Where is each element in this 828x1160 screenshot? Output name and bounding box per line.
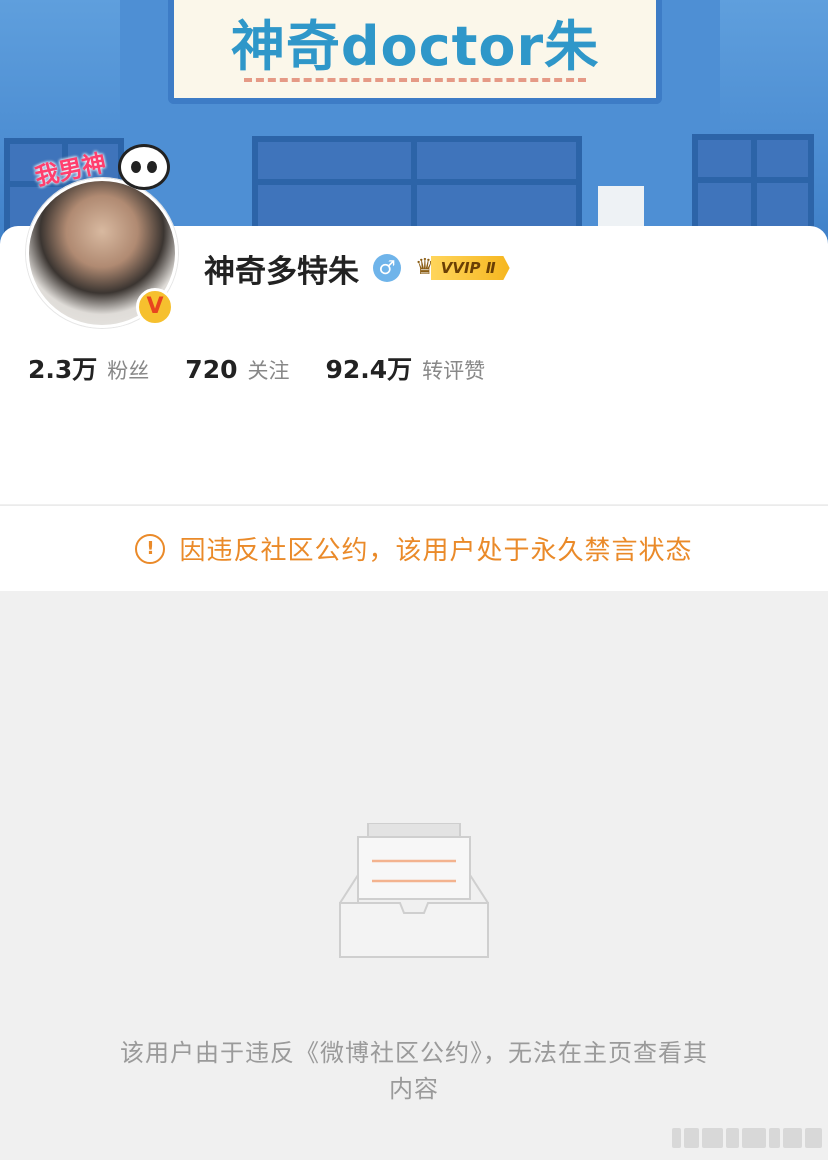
profile-stats: 2.3万 粉丝 720 关注 92.4万 转评赞 (28, 350, 521, 386)
username[interactable]: 神奇多特朱 (204, 246, 359, 291)
stat-label: 关注 (247, 359, 290, 383)
verified-badge-icon[interactable]: V (136, 288, 174, 326)
vip-label: VVIP Ⅱ (430, 256, 510, 280)
stat-label: 粉丝 (107, 359, 150, 383)
male-icon: ♂ (373, 254, 401, 282)
vip-badge[interactable]: ♛ VVIP Ⅱ (415, 255, 510, 281)
profile-page: 神奇doctor朱 我男神 V 神奇多特朱 ♂ ♛ VVIP Ⅱ 2.3万 粉丝… (0, 0, 828, 1160)
banner-poster (598, 186, 644, 230)
stat-followers[interactable]: 2.3万 粉丝 (28, 350, 149, 386)
stat-value: 720 (185, 355, 238, 384)
ban-notice-text: 因违反社区公约，该用户处于永久禁言状态 (179, 536, 693, 566)
banner-sign-text: 神奇doctor朱 (230, 15, 600, 78)
panda-sticker-icon (118, 144, 170, 190)
name-row: 神奇多特朱 ♂ ♛ VVIP Ⅱ (204, 244, 510, 292)
stat-following[interactable]: 720 关注 (185, 355, 289, 385)
stat-value: 2.3万 (28, 355, 98, 384)
empty-state-message-line: 该用户由于违反《微博社区公约》，无法在主页查看其 (120, 1039, 708, 1067)
empty-state-message-line: 内容 (389, 1075, 439, 1103)
banner-sign-decoration (244, 78, 586, 82)
empty-inbox-icon (339, 823, 489, 958)
stat-value: 92.4万 (325, 355, 413, 384)
ban-notice: ! 因违反社区公约，该用户处于永久禁言状态 (0, 505, 828, 591)
stat-likes[interactable]: 92.4万 转评赞 (325, 350, 485, 386)
empty-state: 该用户由于违反《微博社区公约》，无法在主页查看其 内容 (0, 591, 828, 1160)
banner-sign: 神奇doctor朱 (168, 0, 662, 104)
exclamation-circle-icon: ! (135, 533, 166, 564)
watermark (672, 1128, 822, 1148)
empty-state-message: 该用户由于违反《微博社区公约》，无法在主页查看其 内容 (70, 1035, 758, 1107)
avatar-container[interactable]: 我男神 V (22, 144, 182, 328)
stat-label: 转评赞 (422, 359, 486, 383)
